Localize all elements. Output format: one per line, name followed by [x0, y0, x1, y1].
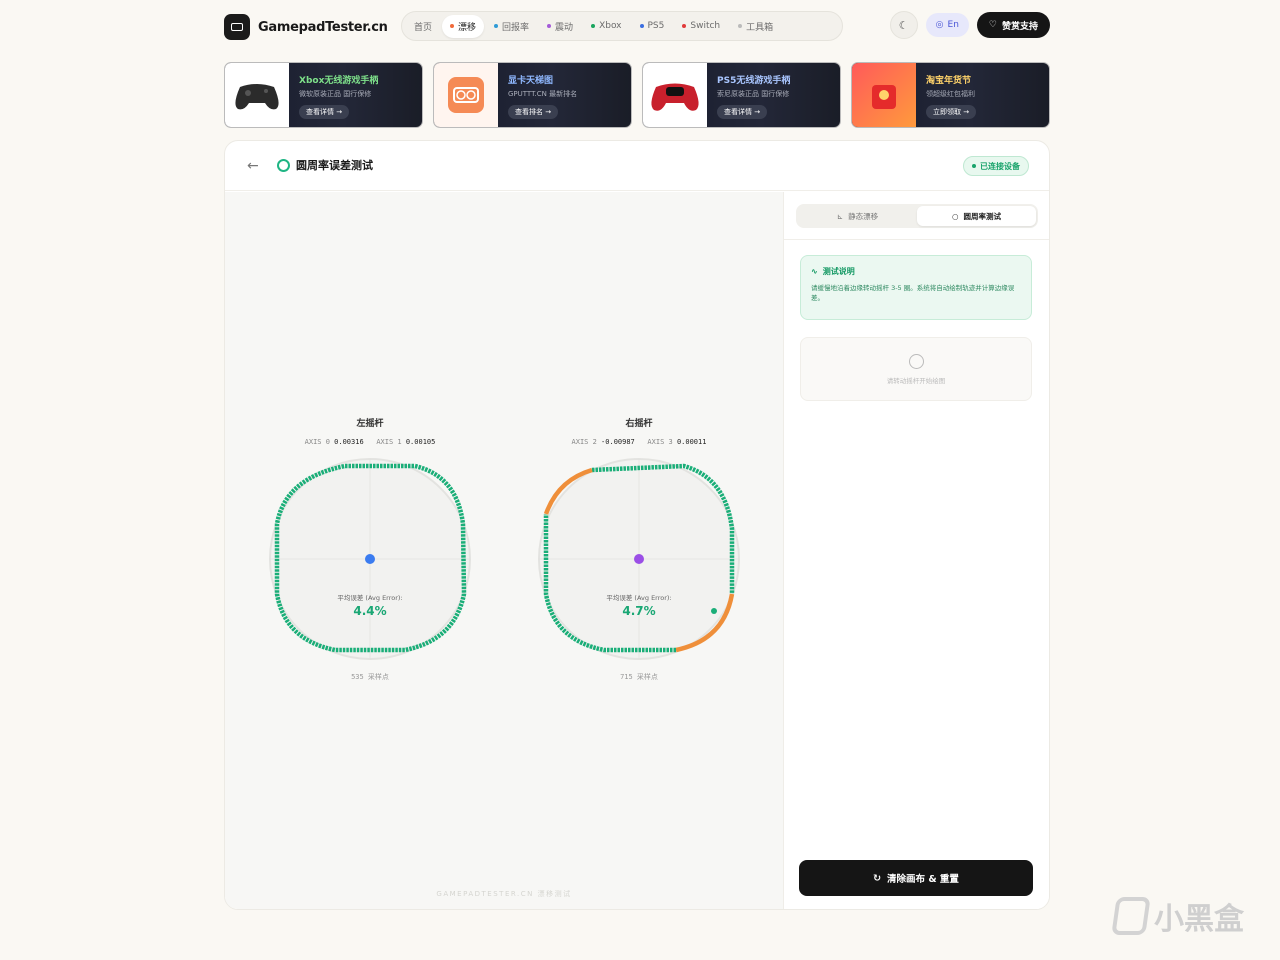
ad-title: Xbox无线游戏手柄 — [299, 76, 379, 86]
card-header: ← 圆周率误差测试 已连接设备 — [225, 141, 1049, 191]
canvas-watermark: GAMEPADTESTER.CN 漂移测试 — [436, 890, 572, 898]
gpu-icon — [434, 63, 498, 127]
ad-title: 淘宝年货节 — [926, 76, 972, 86]
site-name: GamepadTester.cn — [258, 19, 388, 35]
nav-item-toolbox[interactable]: 工具箱 — [730, 15, 781, 38]
avg-error-value: 4.4% — [353, 604, 387, 618]
brand-logo-icon — [1111, 897, 1151, 935]
axis-readout: AXIS 2 -0.00987 AXIS 3 0.00011 — [571, 438, 707, 446]
nav-item-polling-rate[interactable]: 回报率 — [486, 15, 537, 38]
back-arrow-icon[interactable]: ← — [247, 158, 259, 174]
axis-readout: AXIS 0 0.00316 AXIS 1 0.00105 — [304, 438, 436, 446]
circle-icon: ○ — [951, 211, 959, 221]
right-stick-panel: 右摇杆 AXIS 2 -0.00987 AXIS 3 0.00011 平均误差 … — [534, 416, 744, 682]
ad-cta-button[interactable]: 立即领取 → — [926, 105, 977, 119]
activity-icon: ∿ — [811, 267, 818, 276]
tab-static-drift[interactable]: ⊾ 静态漂移 — [798, 206, 917, 226]
tab-circularity-test[interactable]: ○ 圆周率测试 — [917, 206, 1036, 226]
main-nav: 首页 漂移 回报率 震动 Xbox PS5 Switch 工具箱 — [401, 11, 843, 41]
chart-icon: ⊾ — [836, 211, 844, 221]
instructions-text: 请缓慢地沿着边缘转动摇杆 3-5 圈。系统将自动绘制轨迹并计算边缘误差。 — [811, 284, 1015, 303]
side-panel: ⊾ 静态漂移 ○ 圆周率测试 ∿ 测试说明 请缓慢地沿着边缘转动摇杆 3-5 圈。系统… — [783, 192, 1049, 909]
ad-cta-button[interactable]: 查看排名 → — [508, 105, 559, 119]
instructions-box: ∿ 测试说明 请缓慢地沿着边缘转动摇杆 3-5 圈。系统将自动绘制轨迹并计算边缘误… — [800, 255, 1032, 320]
ad-ps5-controller[interactable]: PS5无线游戏手柄 索尼原装正品 国行保修 查看详情 → — [642, 62, 841, 128]
ad-title: PS5无线游戏手柄 — [717, 76, 791, 86]
nav-item-switch[interactable]: Switch — [674, 16, 728, 36]
language-button[interactable]: ◎ En — [925, 13, 969, 37]
ad-cta-button[interactable]: 查看详情 → — [717, 105, 768, 119]
result-placeholder: 请转动摇杆开始绘图 — [800, 337, 1032, 401]
ad-cta-button[interactable]: 查看详情 → — [299, 105, 350, 119]
ad-banner-row: Xbox无线游戏手柄 微软原装正品 国行保修 查看详情 → 显卡天梯图 GPUT… — [224, 62, 1050, 130]
dot-icon — [682, 24, 687, 28]
sample-count: 715 采样点 — [620, 673, 658, 681]
globe-icon: ◎ — [935, 20, 944, 30]
left-stick-trace — [269, 458, 471, 660]
nav-item-vibration[interactable]: 震动 — [539, 15, 581, 38]
ad-subtitle: 微软原装正品 国行保修 — [299, 90, 372, 98]
top-bar: GamepadTester.cn 首页 漂移 回报率 震动 Xbox PS5 S… — [224, 8, 1050, 44]
nav-item-home[interactable]: 首页 — [406, 15, 440, 38]
status-dot-icon — [972, 164, 976, 168]
nav-item-drift[interactable]: 漂移 — [442, 14, 485, 38]
site-logo[interactable]: GamepadTester.cn — [224, 14, 388, 40]
empty-circle-icon — [908, 354, 924, 369]
moon-icon: ☾ — [898, 18, 909, 32]
test-card: ← 圆周率误差测试 已连接设备 左摇杆 AXIS 0 0.00316 AXIS … — [224, 140, 1050, 910]
ad-gpu-ranking[interactable]: 显卡天梯图 GPUTTT.CN 最新排名 查看排名 → — [433, 62, 632, 128]
ps5-controller-image — [643, 63, 707, 127]
status-badge: 已连接设备 — [963, 156, 1029, 176]
page-title: 圆周率误差测试 — [296, 159, 373, 172]
circle-icon — [277, 158, 290, 172]
avg-error-label: 平均误差 (Avg Error): — [606, 594, 672, 602]
xbox-controller-image — [225, 63, 289, 127]
left-stick-panel: 左摇杆 AXIS 0 0.00316 AXIS 1 0.00105 平均误差 (… — [265, 416, 475, 682]
ad-xbox-controller[interactable]: Xbox无线游戏手柄 微软原装正品 国行保修 查看详情 → — [224, 62, 423, 128]
dot-icon — [639, 24, 644, 28]
gamepad-icon — [224, 14, 250, 40]
ad-title: 显卡天梯图 — [508, 76, 554, 86]
heart-icon: ♡ — [988, 20, 997, 30]
red-envelope-image — [852, 63, 916, 127]
avg-error-label: 平均误差 (Avg Error): — [337, 594, 403, 602]
ad-subtitle: GPUTTT.CN 最新排名 — [508, 90, 578, 98]
ad-subtitle: 索尼原装正品 国行保修 — [717, 90, 790, 98]
sample-count: 535 采样点 — [351, 673, 389, 681]
right-stick-trace — [538, 458, 740, 660]
brand-watermark: 小黑盒 — [1111, 894, 1244, 938]
support-button[interactable]: ♡ 赞赏支持 — [976, 12, 1050, 38]
dot-icon — [591, 24, 596, 28]
instructions-title: 测试说明 — [822, 267, 855, 276]
avg-error-value: 4.7% — [622, 604, 656, 618]
divider — [784, 239, 1049, 240]
ad-subtitle: 领超级红包福利 — [926, 90, 975, 98]
placeholder-text: 请转动摇杆开始绘图 — [886, 377, 946, 385]
stick-title: 右摇杆 — [625, 419, 653, 429]
dot-icon — [738, 24, 743, 28]
stick-title: 左摇杆 — [356, 419, 384, 429]
dark-mode-button[interactable]: ☾ — [889, 11, 918, 39]
refresh-icon: ↻ — [873, 872, 882, 884]
mode-tabs: ⊾ 静态漂移 ○ 圆周率测试 — [796, 204, 1038, 228]
dot-icon — [494, 24, 499, 28]
dot-icon — [547, 24, 552, 28]
drawing-canvas[interactable]: 左摇杆 AXIS 0 0.00316 AXIS 1 0.00105 平均误差 (… — [225, 192, 783, 909]
dot-icon — [450, 24, 455, 28]
nav-item-ps5[interactable]: PS5 — [632, 16, 673, 36]
stick-position-dot — [365, 554, 375, 564]
ad-taobao-festival[interactable]: 淘宝年货节 领超级红包福利 立即领取 → — [851, 62, 1050, 128]
stick-position-dot — [634, 554, 644, 564]
nav-item-xbox[interactable]: Xbox — [583, 16, 629, 36]
reset-button[interactable]: ↻ 清除画布 & 重置 — [799, 860, 1033, 896]
